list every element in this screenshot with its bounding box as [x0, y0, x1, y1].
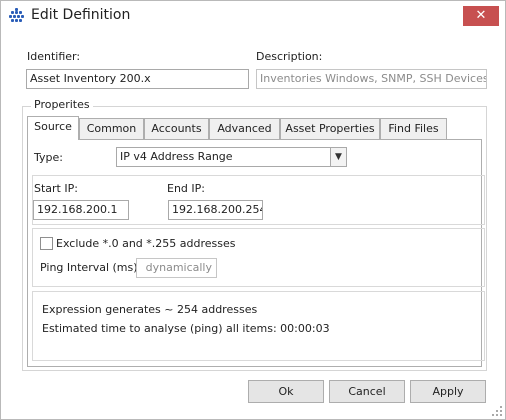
- estimated-time-text: Estimated time to analyse (ping) all ite…: [42, 322, 330, 335]
- app-grid-icon: [9, 8, 25, 24]
- window-title: Edit Definition: [31, 7, 131, 23]
- close-icon: ✕: [475, 8, 487, 23]
- properties-legend: Properites: [31, 98, 93, 111]
- title-bar[interactable]: Edit Definition ✕: [1, 1, 505, 31]
- edit-definition-dialog: Edit Definition ✕ Identifier: Asset Inve…: [0, 0, 506, 420]
- chevron-down-icon[interactable]: ▼: [330, 148, 346, 166]
- type-select[interactable]: IP v4 Address Range ▼: [116, 147, 347, 167]
- ping-interval-input[interactable]: dynamically: [136, 258, 217, 278]
- type-select-value: IP v4 Address Range: [120, 150, 233, 163]
- start-ip-label: Start IP:: [34, 182, 78, 195]
- identifier-input[interactable]: Asset Inventory 200.x: [26, 69, 249, 89]
- tab-accounts[interactable]: Accounts: [144, 118, 209, 139]
- apply-button[interactable]: Apply: [410, 380, 486, 403]
- exclude-checkbox[interactable]: [40, 237, 53, 250]
- tab-asset-properties[interactable]: Asset Properties: [280, 118, 380, 139]
- cancel-button[interactable]: Cancel: [329, 380, 405, 403]
- tab-advanced[interactable]: Advanced: [209, 118, 280, 139]
- tab-source[interactable]: Source: [27, 116, 79, 140]
- ok-button[interactable]: Ok: [248, 380, 324, 403]
- description-input[interactable]: Inventories Windows, SNMP, SSH Devices a…: [256, 69, 487, 89]
- close-button[interactable]: ✕: [463, 6, 499, 26]
- expression-count-text: Expression generates ~ 254 addresses: [42, 303, 258, 316]
- description-label: Description:: [256, 50, 323, 63]
- tab-find-files[interactable]: Find Files: [380, 118, 447, 139]
- end-ip-input[interactable]: 192.168.200.254: [168, 200, 263, 220]
- resize-grip-icon[interactable]: [492, 406, 502, 416]
- ping-interval-label: Ping Interval (ms):: [40, 261, 142, 274]
- identifier-label: Identifier:: [27, 50, 81, 63]
- tab-common[interactable]: Common: [79, 118, 144, 139]
- exclude-label: Exclude *.0 and *.255 addresses: [56, 237, 236, 250]
- end-ip-label: End IP:: [167, 182, 205, 195]
- start-ip-input[interactable]: 192.168.200.1: [33, 200, 129, 220]
- type-label: Type:: [34, 151, 63, 164]
